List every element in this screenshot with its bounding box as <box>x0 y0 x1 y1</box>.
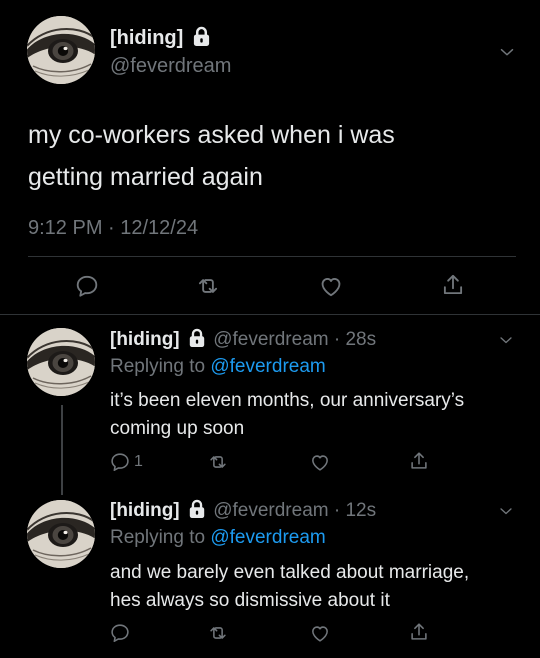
replying-to-handle[interactable]: @feverdream <box>210 356 325 377</box>
retweet-icon <box>195 273 221 299</box>
reply-text-line: and we barely even talked about marriage… <box>110 562 470 583</box>
reply-header: [hiding] @feverdream · 12s <box>110 499 376 523</box>
share-icon <box>408 450 430 472</box>
separator: · <box>333 500 341 521</box>
reply-text: it’s been eleven months, our anniversary… <box>110 387 464 443</box>
reply-button[interactable]: 1 <box>109 451 143 473</box>
reply-button[interactable] <box>74 273 100 299</box>
retweet-button[interactable] <box>207 451 229 473</box>
replying-to: Replying to @feverdream <box>110 355 326 379</box>
reply-icon <box>109 451 131 473</box>
like-icon <box>309 622 331 644</box>
tweet-text-line: getting married again <box>28 163 263 191</box>
lock-icon <box>192 26 211 47</box>
like-icon <box>318 273 344 299</box>
divider <box>0 314 540 315</box>
eye-avatar-image <box>27 16 95 84</box>
timestamp[interactable]: 9:12 PM · 12/12/24 <box>28 216 198 240</box>
share-button[interactable] <box>408 621 430 643</box>
replying-to: Replying to @feverdream <box>110 526 326 550</box>
reply-icon <box>109 622 131 644</box>
display-name[interactable]: [hiding] <box>110 27 183 49</box>
like-button[interactable] <box>309 622 331 644</box>
like-button[interactable] <box>309 451 331 473</box>
lock-icon <box>188 328 206 348</box>
retweet-icon <box>207 451 229 473</box>
chevron-down-icon[interactable] <box>496 330 516 350</box>
handle[interactable]: @feverdream <box>110 54 231 78</box>
retweet-button[interactable] <box>207 622 229 644</box>
thread-line <box>61 405 63 495</box>
avatar[interactable] <box>27 500 95 568</box>
chevron-down-icon[interactable] <box>496 41 518 63</box>
separator: · <box>333 329 341 350</box>
reply-header: [hiding] @feverdream · 28s <box>110 328 376 352</box>
replying-to-label: Replying to <box>110 356 206 377</box>
tweet-text: my co-workers asked when i was getting m… <box>28 114 395 198</box>
display-name[interactable]: [hiding] <box>110 329 180 350</box>
display-name[interactable]: [hiding] <box>110 500 180 521</box>
reply-text-line: hes always so dismissive about it <box>110 590 390 611</box>
reply-icon <box>74 273 100 299</box>
age[interactable]: 28s <box>345 329 376 350</box>
share-button[interactable] <box>408 450 430 472</box>
share-button[interactable] <box>440 272 466 298</box>
tweet-text-line: my co-workers asked when i was <box>28 121 395 149</box>
reply-button[interactable] <box>109 622 131 644</box>
age[interactable]: 12s <box>345 500 376 521</box>
chevron-down-icon[interactable] <box>496 501 516 521</box>
handle[interactable]: @feverdream <box>213 329 328 350</box>
handle[interactable]: @feverdream <box>213 500 328 521</box>
like-icon <box>309 451 331 473</box>
share-icon <box>440 272 466 298</box>
retweet-icon <box>207 622 229 644</box>
avatar[interactable] <box>27 328 95 396</box>
retweet-button[interactable] <box>195 273 221 299</box>
reply-text: and we barely even talked about marriage… <box>110 559 469 615</box>
author-row: [hiding] <box>110 26 211 50</box>
eye-avatar-image <box>27 328 95 396</box>
replying-to-label: Replying to <box>110 527 206 548</box>
reply-count: 1 <box>134 453 143 470</box>
reply-text-line: it’s been eleven months, our anniversary… <box>110 390 465 411</box>
lock-icon <box>188 499 206 519</box>
avatar[interactable] <box>27 16 95 84</box>
replying-to-handle[interactable]: @feverdream <box>210 527 325 548</box>
like-button[interactable] <box>318 273 344 299</box>
divider <box>28 256 516 257</box>
eye-avatar-image <box>27 500 95 568</box>
share-icon <box>408 621 430 643</box>
reply-text-line: coming up soon <box>110 418 245 439</box>
